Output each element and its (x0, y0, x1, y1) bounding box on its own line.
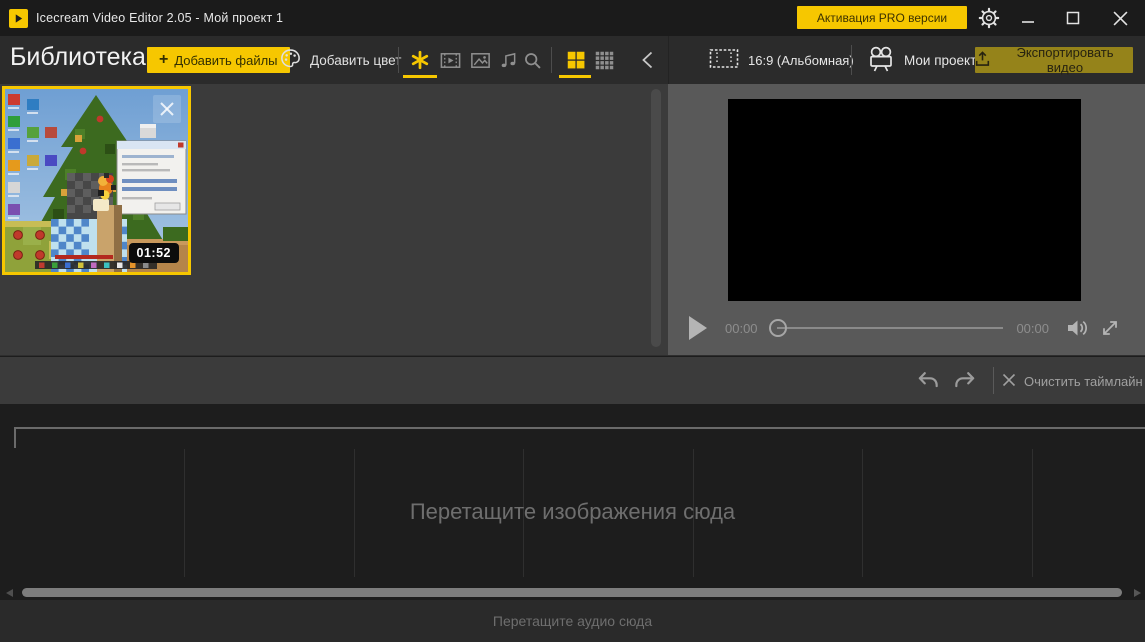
timeline-toolbar: Очистить таймлайн (0, 357, 1145, 404)
window-title: Icecream Video Editor 2.05 - Мой проект … (36, 0, 283, 36)
minimize-button[interactable] (1011, 0, 1045, 36)
seek-track (777, 327, 1003, 329)
activate-pro-button[interactable]: Активация PRO версии (797, 6, 967, 29)
library-clip-thumbnail[interactable]: 01:52 (2, 86, 191, 275)
search-icon[interactable] (520, 48, 544, 72)
active-filter-underline (403, 75, 437, 78)
maximize-button[interactable] (1056, 0, 1090, 36)
player-controls: 00:00 00:00 (688, 314, 1123, 342)
plus-icon: + (159, 52, 168, 68)
app-logo-icon (9, 9, 28, 28)
movie-camera-icon (866, 45, 896, 76)
close-button[interactable] (1103, 0, 1137, 36)
video-preview-screen (728, 99, 1081, 301)
collapse-panel-chevron-icon[interactable] (638, 50, 656, 70)
preview-panel: 00:00 00:00 (668, 84, 1145, 356)
library-panel-title: Библиотека (10, 43, 146, 72)
toolbar-seam (668, 36, 669, 84)
timeline-toolbar-divider (993, 367, 994, 394)
titlebar: Icecream Video Editor 2.05 - Мой проект … (0, 0, 1145, 36)
app-window: Icecream Video Editor 2.05 - Мой проект … (0, 0, 1145, 642)
aspect-ratio-label: 16:9 (Альбомная) (748, 53, 854, 68)
audio-drop-zone[interactable]: Перетащите аудио сюда (0, 600, 1145, 642)
timeline-hscrollbar (0, 588, 1145, 598)
filter-music-icon[interactable] (496, 48, 520, 72)
aspect-ratio-icon (709, 48, 739, 72)
my-projects-label: Мои проекты (904, 53, 986, 68)
redo-icon[interactable] (952, 368, 978, 394)
clear-x-icon (1002, 373, 1016, 390)
view-grid-small-icon[interactable] (592, 48, 616, 72)
clear-timeline-label: Очистить таймлайн (1024, 374, 1143, 389)
play-button[interactable] (688, 316, 708, 340)
total-time-label: 00:00 (1009, 321, 1049, 336)
toolbar-divider (851, 45, 852, 75)
timeline-playhead-tick[interactable] (14, 427, 16, 448)
add-color-button[interactable]: Добавить цвет (279, 45, 401, 75)
export-video-label: Экспортировать видео (997, 45, 1133, 75)
current-time-label: 00:00 (725, 321, 765, 336)
filter-all-star-icon[interactable] (408, 48, 432, 72)
clip-duration-badge: 01:52 (129, 243, 179, 263)
filter-video-icon[interactable] (438, 48, 462, 72)
volume-icon[interactable] (1065, 316, 1091, 340)
toolbar-divider (398, 47, 399, 73)
add-files-button[interactable]: + Добавить файлы (147, 47, 290, 73)
clear-timeline-button[interactable]: Очистить таймлайн (1002, 368, 1143, 394)
audio-drop-placeholder: Перетащите аудио сюда (493, 613, 652, 629)
undo-icon[interactable] (915, 368, 941, 394)
seek-slider[interactable] (769, 318, 1003, 338)
filter-image-icon[interactable] (468, 48, 492, 72)
fullscreen-icon[interactable] (1097, 316, 1123, 340)
my-projects-button[interactable]: Мои проекты (866, 43, 986, 77)
images-drop-placeholder: Перетащите изображения сюда (0, 499, 1145, 525)
palette-icon (279, 47, 302, 73)
seek-knob[interactable] (769, 319, 787, 337)
export-video-button[interactable]: Экспортировать видео (975, 47, 1133, 73)
settings-gear-icon[interactable] (972, 0, 1006, 36)
main-toolbar: Библиотека + Добавить файлы Добавить цве… (0, 36, 1145, 84)
add-color-label: Добавить цвет (310, 53, 401, 68)
timeline-ruler (14, 427, 1145, 429)
view-grid-large-icon[interactable] (564, 48, 588, 72)
library-panel: 01:52 (0, 84, 668, 356)
timeline-scroll-thumb[interactable] (22, 588, 1122, 597)
toolbar-divider (551, 47, 552, 73)
scroll-left-arrow-icon[interactable] (6, 589, 13, 597)
remove-clip-icon[interactable] (153, 95, 181, 123)
upload-icon (975, 51, 990, 70)
timeline-area[interactable]: Перетащите изображения сюда (0, 404, 1145, 600)
library-scrollbar[interactable] (651, 89, 661, 347)
active-view-underline (559, 75, 591, 78)
scroll-right-arrow-icon[interactable] (1134, 589, 1141, 597)
add-files-label: Добавить файлы (174, 53, 277, 68)
aspect-ratio-button[interactable]: 16:9 (Альбомная) (709, 45, 854, 75)
